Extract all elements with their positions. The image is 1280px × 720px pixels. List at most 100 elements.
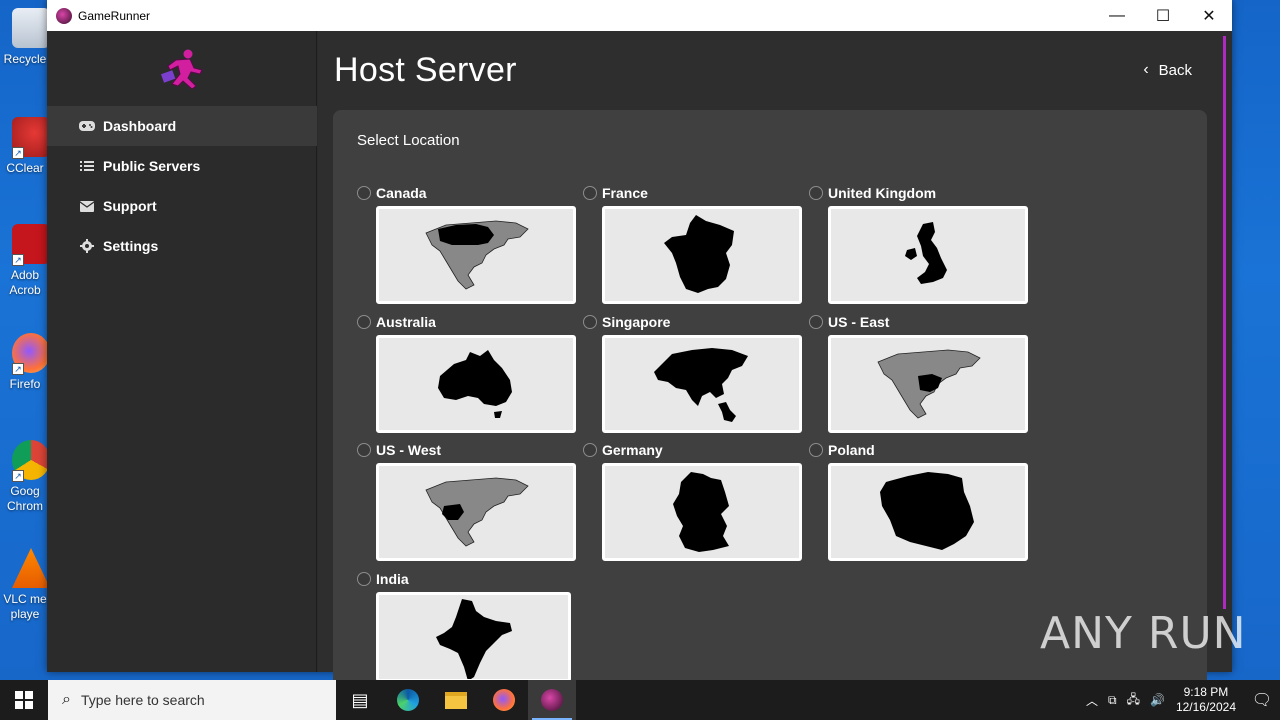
sidebar-item-label: Support <box>103 198 157 214</box>
location-label: Australia <box>376 314 436 330</box>
list-icon <box>79 159 95 173</box>
back-button[interactable]: ‹ Back <box>1143 61 1192 79</box>
desktop-icon-ccleaner[interactable]: ↗ CClear <box>0 117 50 176</box>
start-button[interactable] <box>0 680 48 720</box>
sidebar: Dashboard Public Servers Support Setting… <box>47 31 317 672</box>
location-option-singapore[interactable]: Singapore <box>583 313 802 433</box>
location-label: Poland <box>828 442 875 458</box>
location-label: US - East <box>828 314 890 330</box>
location-map-card[interactable] <box>828 206 1028 304</box>
location-option-australia[interactable]: Australia <box>357 313 576 433</box>
gamerunner-window: GameRunner — ☐ ✕ Dashboard Public Server… <box>47 0 1232 710</box>
radio-button[interactable] <box>583 186 597 200</box>
radio-button[interactable] <box>583 315 597 329</box>
india-map-icon <box>435 599 512 679</box>
ccleaner-icon: ↗ <box>12 117 50 159</box>
location-map-card[interactable] <box>376 463 576 561</box>
location-option-poland[interactable]: Poland <box>809 441 1028 561</box>
asia-map-icon <box>654 348 748 422</box>
location-label: Singapore <box>602 314 671 330</box>
chevron-left-icon: ‹ <box>1143 61 1149 78</box>
radio-button[interactable] <box>809 315 823 329</box>
location-label: India <box>376 571 409 587</box>
envelope-icon <box>79 199 95 213</box>
radio-button[interactable] <box>357 572 371 586</box>
radio-button[interactable] <box>357 443 371 457</box>
radio-button[interactable] <box>357 315 371 329</box>
volume-icon[interactable]: 🔊 <box>1150 693 1165 707</box>
location-map-card[interactable] <box>602 206 802 304</box>
sidebar-nav: Dashboard Public Servers Support Setting… <box>47 106 317 266</box>
location-label: Germany <box>602 442 663 458</box>
france-map-icon <box>664 215 734 293</box>
clock[interactable]: 9:18 PM 12/16/2024 <box>1176 685 1236 715</box>
notification-icon[interactable]: 🗨 <box>1244 690 1280 710</box>
desktop-icon-vlc[interactable]: VLC me playe <box>0 548 50 622</box>
close-button[interactable]: ✕ <box>1186 0 1232 31</box>
sidebar-item-label: Dashboard <box>103 118 177 134</box>
location-map-card[interactable] <box>828 463 1028 561</box>
clock-time: 9:18 PM <box>1183 685 1229 699</box>
file-explorer-icon[interactable] <box>432 680 480 720</box>
desktop-icon-label: Recycle <box>3 52 47 66</box>
windows-icon <box>15 691 33 709</box>
location-option-india[interactable]: India <box>357 570 576 682</box>
location-option-canada[interactable]: Canada <box>357 184 576 304</box>
location-map-card[interactable] <box>376 206 576 304</box>
north-america-map-icon <box>877 349 981 419</box>
watermark-text: ANY RUN <box>1040 608 1247 659</box>
radio-button[interactable] <box>809 186 823 200</box>
desktop-icon-adobe[interactable]: ↗ Adob Acrob <box>0 224 50 298</box>
window-title: GameRunner <box>78 8 151 23</box>
location-option-germany[interactable]: Germany <box>583 441 802 561</box>
location-map-card[interactable] <box>602 335 802 433</box>
network-icon[interactable]: 🖧 <box>1127 690 1140 711</box>
search-icon: ⌕ <box>62 691 71 708</box>
location-option-france[interactable]: France <box>583 184 802 304</box>
maximize-button[interactable]: ☐ <box>1140 0 1186 31</box>
desktop-icon-firefox[interactable]: ↗ Firefo <box>0 333 50 392</box>
germany-map-icon <box>673 472 729 552</box>
desktop-icon-recycle-bin[interactable]: Recycle <box>0 8 50 67</box>
firefox-taskbar-icon[interactable] <box>480 680 528 720</box>
sidebar-item-support[interactable]: Support <box>47 186 317 226</box>
title-bar[interactable]: GameRunner — ☐ ✕ <box>47 0 1232 31</box>
gamepad-icon <box>79 119 95 133</box>
location-label: France <box>602 185 648 201</box>
location-label: United Kingdom <box>828 185 937 201</box>
sidebar-item-settings[interactable]: Settings <box>47 226 317 266</box>
chrome-icon: ↗ <box>12 440 50 482</box>
adobe-acrobat-icon: ↗ <box>12 224 50 266</box>
page-title: Host Server <box>334 51 517 89</box>
task-view-icon[interactable]: ▤ <box>336 680 384 720</box>
location-option-us-east[interactable]: US - East <box>809 313 1028 433</box>
firefox-icon: ↗ <box>12 333 50 375</box>
watermark: ANY RUN <box>1040 608 1247 659</box>
poland-map-icon <box>880 472 974 550</box>
minimize-button[interactable]: — <box>1094 0 1140 31</box>
location-map-card[interactable] <box>828 335 1028 433</box>
location-map-card[interactable] <box>376 592 571 682</box>
system-tray: ︿ ⧉ 🖧 🔊 9:18 PM 12/16/2024 🗨 <box>1081 685 1280 715</box>
meet-now-icon[interactable]: ⧉ <box>1108 693 1117 708</box>
taskbar-search-input[interactable]: ⌕ Type here to search <box>48 680 336 720</box>
radio-button[interactable] <box>583 443 597 457</box>
search-placeholder: Type here to search <box>80 692 205 708</box>
chevron-up-icon[interactable]: ︿ <box>1086 692 1098 709</box>
vlc-icon <box>12 548 50 588</box>
radio-button[interactable] <box>809 443 823 457</box>
location-map-card[interactable] <box>602 463 802 561</box>
sidebar-item-dashboard[interactable]: Dashboard <box>47 106 317 146</box>
location-label: Canada <box>376 185 427 201</box>
edge-icon[interactable] <box>384 680 432 720</box>
location-option-us-west[interactable]: US - West <box>357 441 576 561</box>
radio-button[interactable] <box>357 186 371 200</box>
location-option-united-kingdom[interactable]: United Kingdom <box>809 184 1028 304</box>
sidebar-item-public-servers[interactable]: Public Servers <box>47 146 317 186</box>
scrollbar[interactable] <box>1223 36 1226 609</box>
location-label: US - West <box>376 442 442 458</box>
gamerunner-taskbar-icon[interactable] <box>528 680 576 720</box>
panel-title: Select Location <box>357 132 460 149</box>
location-map-card[interactable] <box>376 335 576 433</box>
desktop-icon-chrome[interactable]: ↗ Goog Chrom <box>0 440 50 514</box>
